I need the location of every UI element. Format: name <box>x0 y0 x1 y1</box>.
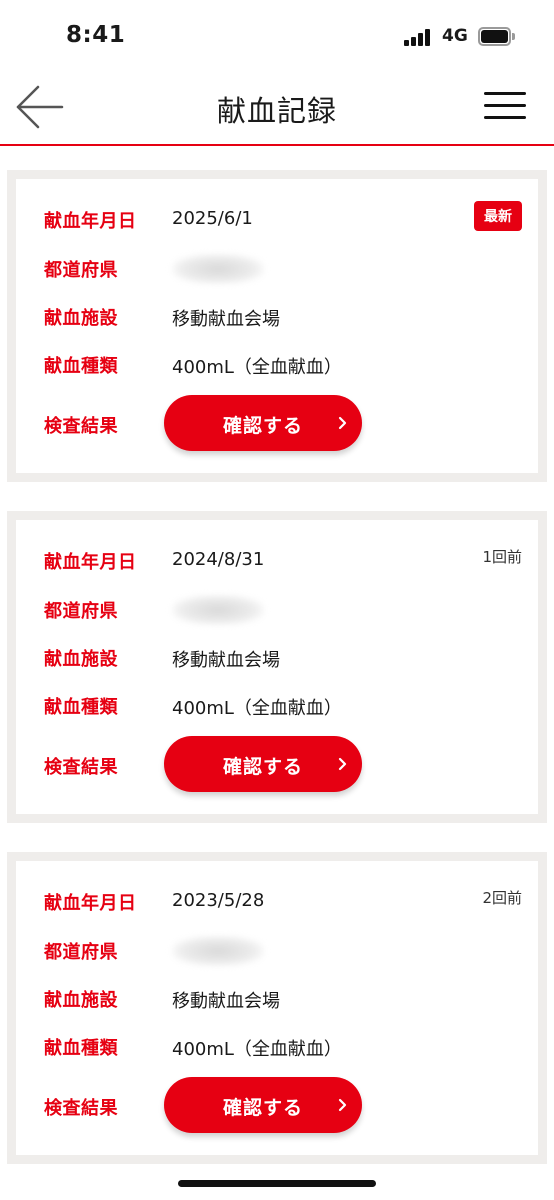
record-card-body: 2回前 献血年月日 2023/5/28 都道府県 献血施設 移動献血会場 献血種… <box>16 861 538 1155</box>
facility-label: 献血施設 <box>44 649 118 670</box>
donation-type-label: 献血種類 <box>44 356 118 377</box>
chevron-right-icon <box>338 1098 347 1112</box>
donation-type-value: 400mL（全血献血） <box>172 1039 342 1060</box>
donation-type-label: 献血種類 <box>44 697 118 718</box>
date-label: 献血年月日 <box>44 552 137 573</box>
date-label: 献血年月日 <box>44 893 137 914</box>
record-order-label: 1回前 <box>482 548 522 566</box>
donation-type-value: 400mL（全血献血） <box>172 357 342 378</box>
date-label: 献血年月日 <box>44 211 137 232</box>
test-result-label: 検査結果 <box>44 1098 118 1119</box>
date-value: 2025/6/1 <box>172 208 253 229</box>
status-bar: 8:41 4G <box>0 0 554 70</box>
confirm-result-button[interactable]: 確認する <box>164 736 362 792</box>
menu-button[interactable] <box>482 88 528 124</box>
donation-type-label: 献血種類 <box>44 1038 118 1059</box>
facility-value: 移動献血会場 <box>172 650 280 671</box>
test-result-label: 検査結果 <box>44 757 118 778</box>
redacted-prefecture <box>172 254 264 284</box>
confirm-result-button[interactable]: 確認する <box>164 395 362 451</box>
date-value: 2023/5/28 <box>172 890 265 911</box>
facility-label: 献血施設 <box>44 308 118 329</box>
facility-label: 献血施設 <box>44 990 118 1011</box>
app-header: 献血記録 <box>0 70 554 146</box>
battery-icon <box>478 27 515 46</box>
record-card: 2回前 献血年月日 2023/5/28 都道府県 献血施設 移動献血会場 献血種… <box>7 852 547 1164</box>
home-indicator <box>178 1180 376 1187</box>
latest-badge: 最新 <box>474 201 522 231</box>
record-card-body: 1回前 献血年月日 2024/8/31 都道府県 献血施設 移動献血会場 献血種… <box>16 520 538 814</box>
confirm-button-label: 確認する <box>222 756 303 778</box>
signal-strength-icon <box>404 28 434 46</box>
record-order-label: 2回前 <box>482 889 522 907</box>
confirm-button-label: 確認する <box>222 1097 303 1119</box>
status-time: 8:41 <box>66 22 126 48</box>
redacted-prefecture <box>172 595 264 625</box>
network-type: 4G <box>442 26 468 46</box>
facility-value: 移動献血会場 <box>172 991 280 1012</box>
record-card-body: 最新 献血年月日 2025/6/1 都道府県 献血施設 移動献血会場 献血種類 … <box>16 179 538 473</box>
prefecture-label: 都道府県 <box>44 260 118 281</box>
chevron-right-icon <box>338 416 347 430</box>
donation-type-value: 400mL（全血献血） <box>172 698 342 719</box>
facility-value: 移動献血会場 <box>172 309 280 330</box>
confirm-result-button[interactable]: 確認する <box>164 1077 362 1133</box>
record-card: 最新 献血年月日 2025/6/1 都道府県 献血施設 移動献血会場 献血種類 … <box>7 170 547 482</box>
confirm-button-label: 確認する <box>222 415 303 437</box>
date-value: 2024/8/31 <box>172 549 265 570</box>
test-result-label: 検査結果 <box>44 416 118 437</box>
page-title: 献血記録 <box>216 94 337 128</box>
redacted-prefecture <box>172 936 264 966</box>
prefecture-label: 都道府県 <box>44 942 118 963</box>
chevron-right-icon <box>338 757 347 771</box>
prefecture-label: 都道府県 <box>44 601 118 622</box>
record-card: 1回前 献血年月日 2024/8/31 都道府県 献血施設 移動献血会場 献血種… <box>7 511 547 823</box>
